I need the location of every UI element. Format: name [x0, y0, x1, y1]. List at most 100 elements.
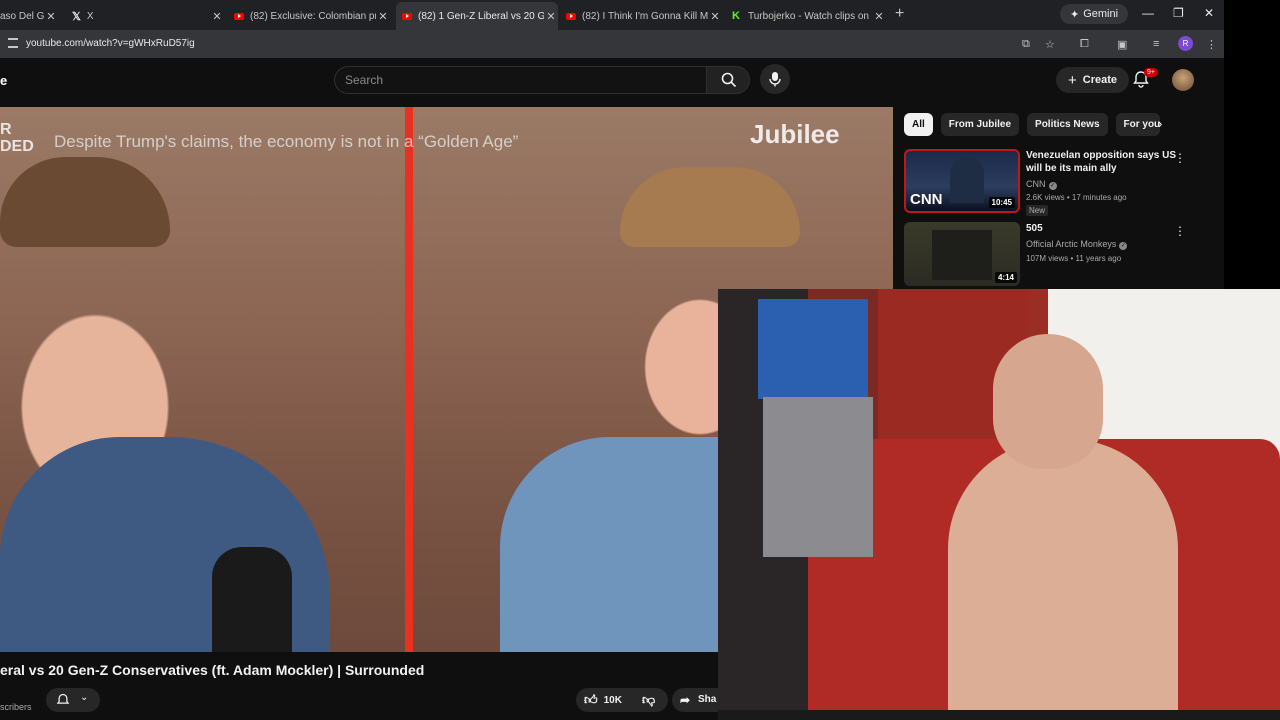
recommendation-item[interactable]: 4:14 505 Official Arctic Monkeys ✓ 107M v… — [904, 222, 1204, 286]
side-panel-icon[interactable]: ▣ — [1117, 38, 1127, 51]
tab-strip: aso Del Gi ✕ 𝕏 X ✕ (82) Exclusive: Colom… — [0, 0, 1224, 30]
more-options-icon[interactable]: ⋮ — [1174, 224, 1186, 238]
webcam-overlay — [718, 289, 1280, 720]
share-label: Sha — [698, 694, 717, 705]
video-title: eral vs 20 Gen-Z Conservatives (ft. Adam… — [0, 662, 425, 678]
video-scene-hair-right — [620, 167, 800, 247]
restore-icon[interactable]: ❐ — [1173, 6, 1184, 20]
url-field[interactable]: youtube.com/watch?v=gWHxRuD57ig — [26, 38, 195, 49]
youtube-icon — [234, 12, 244, 20]
close-window-icon[interactable]: ✕ — [1204, 6, 1214, 20]
search-button[interactable] — [706, 66, 750, 94]
subscriber-count: scribers — [0, 702, 32, 712]
webcam-person — [948, 439, 1178, 720]
tab-active[interactable]: (82) 1 Gen-Z Liberal vs 20 Gen ✕ — [396, 2, 558, 30]
chevron-down-icon: ⌄ — [80, 692, 89, 703]
bookmark-star-icon[interactable]: ☆ — [1045, 38, 1055, 51]
tab-5[interactable]: (82) I Think I'm Gonna Kill Mys ✕ — [566, 4, 722, 28]
dislike-icon[interactable]: 👎︎ — [642, 692, 655, 708]
subscription-bell-button[interactable]: ⌄ — [46, 688, 100, 712]
like-button[interactable]: 👍︎ 10K 👎︎ — [576, 688, 668, 712]
search-box[interactable] — [334, 66, 706, 94]
like-count: 10K — [603, 694, 622, 706]
gemini-button[interactable]: ✦ Gemini — [1060, 4, 1129, 24]
bell-icon — [56, 693, 70, 704]
channel-name[interactable]: CNN ✓ — [1026, 179, 1057, 190]
youtube-logo[interactable]: e — [0, 73, 7, 88]
close-icon[interactable]: ✕ — [544, 10, 558, 23]
video-duration: 10:45 — [988, 197, 1015, 208]
webcam-boxes — [758, 299, 868, 399]
verified-icon: ✓ — [1119, 242, 1128, 250]
tab-6[interactable]: K Turbojerko - Watch clips on Kic ✕ — [732, 4, 886, 28]
search-icon — [721, 72, 737, 88]
tab-2[interactable]: 𝕏 X ✕ — [72, 4, 224, 28]
sparkle-icon: ✦ — [1070, 8, 1080, 21]
microphone-icon — [769, 72, 781, 87]
profile-avatar[interactable]: R — [1178, 36, 1193, 51]
chip-for-you[interactable]: For you — [1115, 113, 1160, 136]
channel-label: CNN — [1026, 179, 1046, 189]
recommendation-title[interactable]: 505 — [1026, 222, 1186, 235]
address-bar-row: youtube.com/watch?v=gWHxRuD57ig ⧉ ☆ ⧠ ▣ … — [0, 30, 1224, 58]
video-meta: 2.6K views • 17 minutes ago — [1026, 193, 1127, 202]
site-info-icon[interactable] — [8, 38, 18, 48]
recommendation-item[interactable]: CNN 10:45 Venezuelan opposition says US … — [904, 149, 1204, 216]
cnn-logo: CNN — [910, 191, 943, 208]
video-scene-microphone — [212, 547, 292, 652]
tab-title: aso Del Gi — [0, 10, 44, 22]
tab-1[interactable]: aso Del Gi ✕ — [0, 4, 58, 28]
channel-name[interactable]: Official Arctic Monkeys ✓ — [1026, 239, 1128, 250]
close-icon[interactable]: ✕ — [708, 10, 722, 23]
youtube-icon — [566, 12, 576, 20]
menu-kebab-icon[interactable]: ⋮ — [1206, 38, 1217, 51]
plus-icon: + — [1068, 71, 1077, 89]
close-icon[interactable]: ✕ — [44, 10, 58, 23]
x-logo-icon: 𝕏 — [72, 10, 81, 23]
close-icon[interactable]: ✕ — [872, 10, 886, 23]
gemini-label: Gemini — [1083, 8, 1119, 20]
chip-all[interactable]: All — [904, 113, 933, 136]
video-thumbnail[interactable]: 4:14 — [904, 222, 1020, 286]
search-input[interactable] — [335, 67, 706, 93]
show-logo: R DED — [0, 121, 34, 155]
video-duration: 4:14 — [994, 272, 1017, 283]
minimize-icon[interactable]: — — [1142, 6, 1154, 20]
desktop-strip — [1224, 0, 1280, 290]
channel-label: Official Arctic Monkeys — [1026, 239, 1117, 249]
kick-icon: K — [732, 10, 740, 22]
brand-watermark: Jubilee — [750, 119, 840, 149]
more-options-icon[interactable]: ⋮ — [1174, 151, 1186, 165]
new-tab-button[interactable]: + — [895, 5, 904, 23]
video-headline-overlay: Despite Trump's claims, the economy is n… — [54, 132, 519, 151]
video-scene-person-right — [500, 437, 718, 652]
video-thumbnail[interactable]: CNN 10:45 — [904, 149, 1020, 213]
chevron-right-icon[interactable]: › — [1158, 116, 1162, 131]
tab-title: (82) Exclusive: Colombian presi — [250, 10, 376, 22]
verified-icon: ✓ — [1048, 182, 1057, 190]
media-queue-icon[interactable]: ≡ — [1153, 38, 1159, 50]
chip-from-jubilee[interactable]: From Jubilee — [940, 113, 1020, 136]
extensions-icon[interactable]: ⧠ — [1080, 38, 1089, 51]
tab-title: X — [86, 10, 94, 22]
create-label: Create — [1082, 74, 1118, 86]
tab-title: Turbojerko - Watch clips on Kic — [748, 10, 872, 22]
chip-politics-news[interactable]: Politics News — [1027, 113, 1108, 136]
close-icon[interactable]: ✕ — [376, 10, 390, 23]
webcam-bottom-bar — [718, 710, 1280, 720]
account-avatar[interactable] — [1172, 69, 1194, 91]
close-icon[interactable]: ✕ — [210, 10, 224, 23]
recommendation-title[interactable]: Venezuelan opposition says US will be it… — [1026, 149, 1186, 175]
voice-search-button[interactable] — [760, 64, 790, 94]
thumbs-up-icon: 👍︎ — [584, 692, 598, 707]
tab-3[interactable]: (82) Exclusive: Colombian presi ✕ — [234, 4, 390, 28]
filter-chips: All From Jubilee Politics News For you — [904, 113, 1160, 136]
youtube-header: e + Create 9+ — [0, 58, 1224, 106]
cast-icon[interactable]: ⧉ — [1022, 38, 1030, 51]
thumb-scene — [932, 230, 992, 280]
share-button[interactable]: ➦ Sha — [672, 688, 718, 712]
new-badge: New — [1026, 205, 1049, 216]
video-meta: 107M views • 11 years ago — [1026, 254, 1122, 263]
tab-title: (82) 1 Gen-Z Liberal vs 20 Gen — [418, 10, 544, 22]
create-button[interactable]: + Create — [1056, 67, 1130, 93]
